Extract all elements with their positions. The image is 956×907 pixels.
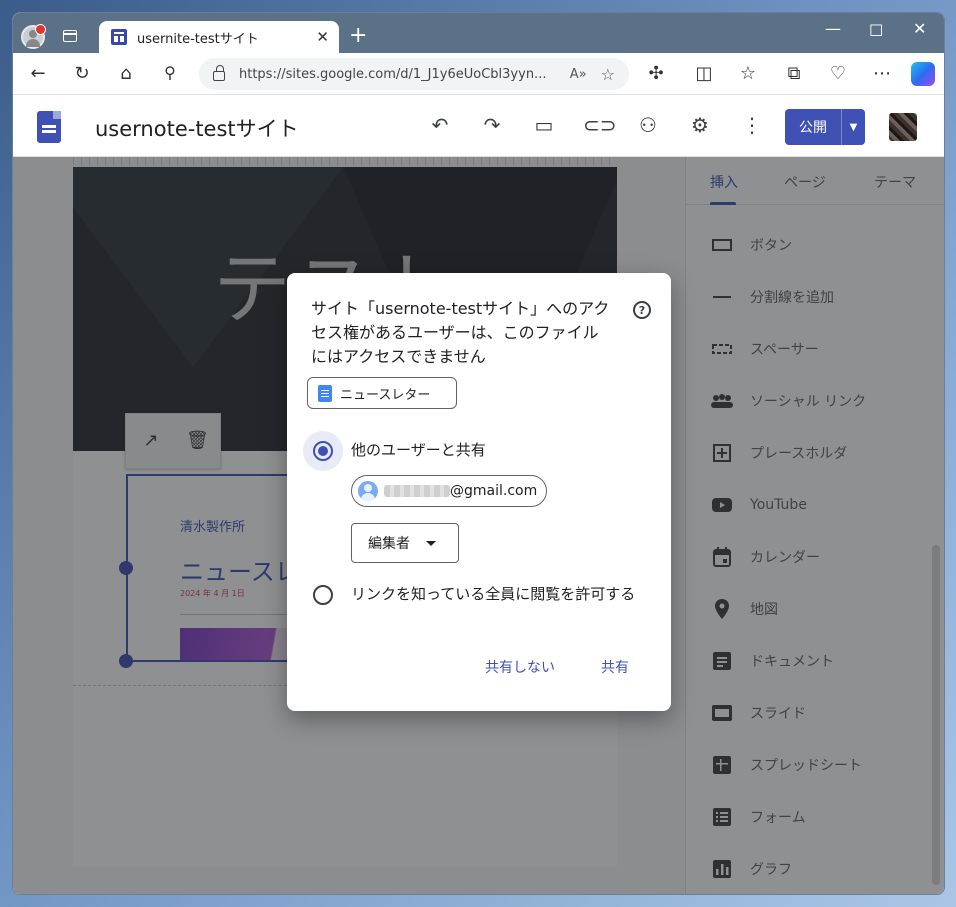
collections-icon[interactable]: ⧉	[783, 63, 805, 84]
radio-selected-icon[interactable]	[313, 441, 333, 461]
file-chip: ニュースレター	[307, 377, 457, 409]
more-vert-icon[interactable]: ⋮	[739, 113, 765, 137]
profile-avatar-icon[interactable]	[21, 24, 46, 49]
split-screen-icon[interactable]: ◫	[693, 63, 715, 84]
close-window-icon[interactable]: ✕	[913, 19, 926, 38]
favorites-icon[interactable]: ☆	[737, 63, 759, 84]
radio-halo	[303, 431, 343, 471]
browser-essentials-icon[interactable]: ♡	[827, 63, 849, 84]
share-with-users-option[interactable]: 他のユーザーと共有	[303, 431, 651, 471]
email-domain: @gmail.com	[450, 483, 538, 499]
reload-icon[interactable]: ↻	[71, 63, 93, 84]
browser-tab-active[interactable]: usernite-testサイト ✕	[99, 21, 339, 53]
undo-icon[interactable]: ↶	[427, 113, 453, 137]
share-with-users-label: 他のユーザーと共有	[351, 441, 486, 459]
role-dropdown[interactable]: 編集者	[351, 523, 459, 563]
publish-dropdown-icon[interactable]: ▼	[842, 122, 865, 133]
anyone-with-link-option[interactable]: リンクを知っている全員に閲覧を許可する	[303, 575, 651, 615]
dropdown-arrow-icon	[426, 540, 436, 546]
share-button[interactable]: 共有	[601, 657, 629, 677]
address-bar[interactable]: https://sites.google.com/d/1_J1y6eUoCbl3…	[199, 58, 629, 90]
search-icon[interactable]: ⚲	[159, 63, 181, 82]
user-avatar-icon	[358, 481, 378, 501]
close-tab-icon[interactable]: ✕	[316, 28, 329, 46]
radio-halo	[303, 575, 343, 615]
redo-icon[interactable]: ↷	[479, 113, 505, 137]
favorite-star-icon[interactable]: ☆	[601, 65, 615, 84]
site-title[interactable]: usernote-testサイト	[95, 113, 299, 143]
copy-link-icon[interactable]: ⊂⊃	[583, 113, 617, 137]
recipient-email-chip[interactable]: @gmail.com	[351, 475, 547, 507]
preview-devices-icon[interactable]: ▭	[531, 113, 557, 137]
copilot-icon[interactable]	[911, 62, 935, 86]
maximize-icon[interactable]: ☐	[869, 21, 883, 40]
browser-window: usernite-testサイト ✕ + — ☐ ✕ ← ↻ ⌂ ⚲ https…	[12, 12, 945, 895]
sites-app-bar: usernote-testサイト ↶ ↷ ▭ ⊂⊃ ⚇ ⚙ ⋮ 公開 ▼	[13, 95, 944, 157]
redacted-email-local-part	[384, 485, 450, 497]
google-docs-icon	[318, 384, 332, 402]
more-menu-icon[interactable]: ⋯	[871, 63, 893, 84]
dont-share-button[interactable]: 共有しない	[485, 657, 555, 677]
anyone-with-link-label: リンクを知っている全員に閲覧を許可する	[351, 585, 636, 603]
new-tab-icon[interactable]: +	[349, 23, 367, 48]
read-aloud-icon[interactable]: A»	[570, 67, 587, 82]
account-avatar[interactable]	[889, 113, 917, 141]
lock-icon	[213, 65, 225, 81]
back-icon[interactable]: ←	[27, 63, 49, 84]
extensions-icon[interactable]: ✣	[645, 63, 667, 84]
share-add-person-icon[interactable]: ⚇	[635, 113, 661, 137]
tab-title: usernite-testサイト	[137, 31, 259, 47]
publish-label: 公開	[799, 120, 827, 136]
radio-unselected-icon[interactable]	[313, 585, 333, 605]
dialog-title: サイト「usernote-testサイト」へのアクセス権があるユーザーは、このフ…	[311, 299, 610, 366]
url-text: https://sites.google.com/d/1_J1y6eUoCbl3…	[239, 66, 547, 82]
help-icon[interactable]: ?	[633, 301, 651, 319]
role-value: 編集者	[368, 536, 410, 552]
file-name: ニュースレター	[340, 387, 431, 403]
tab-actions-icon[interactable]	[63, 30, 77, 42]
google-sites-favicon-icon	[111, 29, 127, 45]
browser-toolbar: ← ↻ ⌂ ⚲ https://sites.google.com/d/1_J1y…	[13, 53, 944, 95]
share-permission-dialog: サイト「usernote-testサイト」へのアクセス権があるユーザーは、このフ…	[287, 273, 671, 711]
settings-gear-icon[interactable]: ⚙	[687, 113, 713, 137]
minimize-icon[interactable]: —	[825, 19, 841, 38]
home-icon[interactable]: ⌂	[115, 63, 137, 84]
tab-strip: usernite-testサイト ✕ + — ☐ ✕	[13, 13, 944, 53]
google-sites-logo-icon[interactable]	[37, 111, 61, 143]
publish-button[interactable]: 公開 ▼	[785, 109, 865, 145]
